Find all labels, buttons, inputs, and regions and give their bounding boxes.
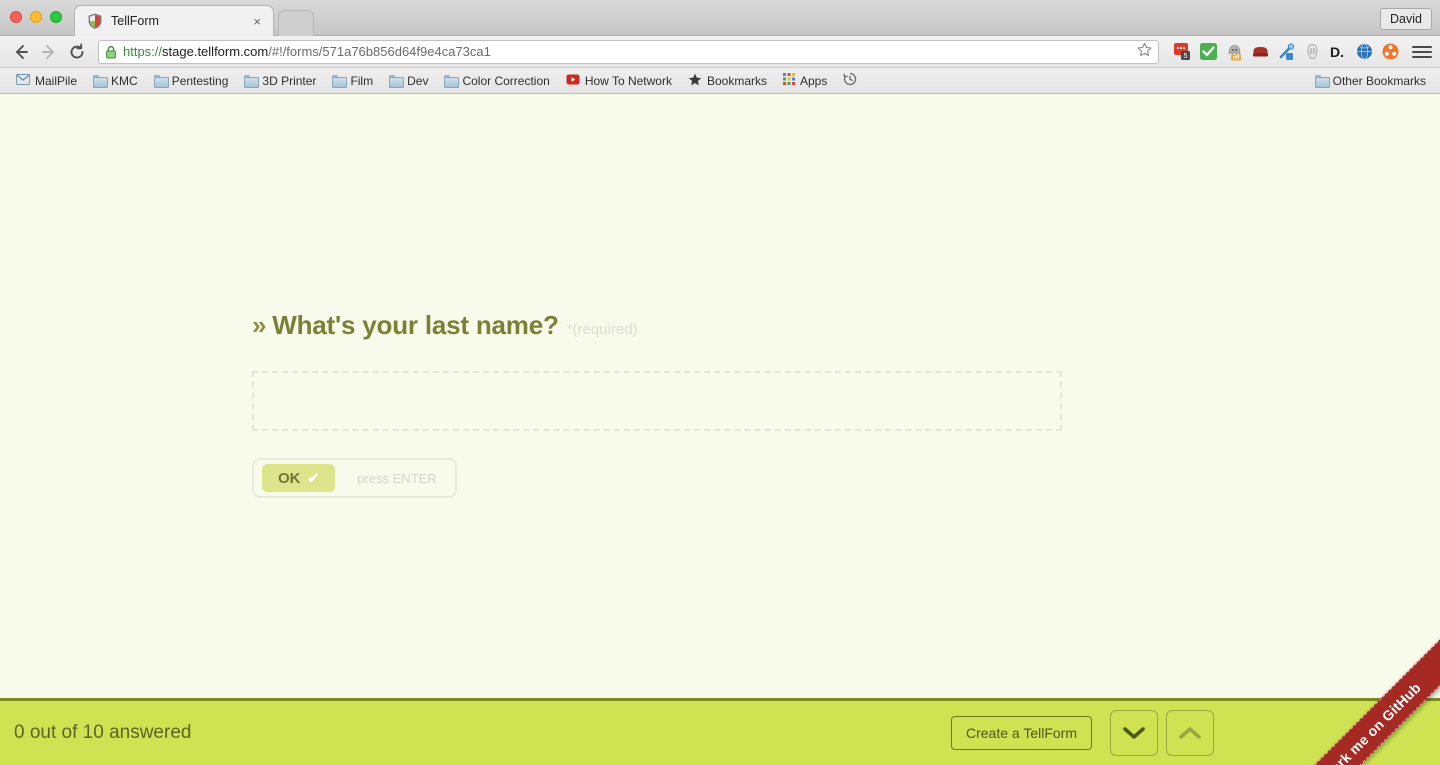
couch-extension-icon[interactable] [1251,42,1270,61]
previous-question-button[interactable] [1166,710,1214,756]
bookmark-how-to-network[interactable]: How To Network [558,71,680,91]
youtube-icon [566,74,580,88]
bookmark-label: Bookmarks [706,73,767,88]
apps-grid-icon [783,73,795,88]
url-scheme: https:// [123,44,163,59]
other-bookmarks-label: Other Bookmarks [1332,73,1426,88]
svg-text:D.: D. [1330,44,1344,60]
profile-button[interactable]: David [1380,8,1432,30]
form-question-area: » What's your last name? *(required) OK ✔ … [252,310,1062,498]
chevron-up-icon [1178,725,1202,741]
question-navigation [1110,710,1214,756]
forward-button-icon[interactable] [36,39,62,65]
answer-input[interactable] [252,371,1062,431]
question-chevron-icon: » [252,310,267,340]
bookmarks-bar: MailPile KMC Pentesting 3D Printer Film … [0,68,1440,94]
folder-icon [244,75,260,88]
history-clock-icon [843,72,857,89]
folder-icon [1314,75,1330,88]
new-tab-button[interactable] [278,10,314,36]
form-footer: 0 out of 10 answered Create a TellForm [0,698,1440,765]
bookmark-film[interactable]: Film [324,71,381,91]
svg-text:5: 5 [1184,53,1188,60]
question-text: What's your last name? [272,310,559,340]
checkmark-extension-icon[interactable] [1199,42,1218,61]
bookmark-label: 3D Printer [262,73,317,88]
close-window-button[interactable] [10,11,22,23]
maximize-window-button[interactable] [50,11,62,23]
envelope-icon [16,73,30,88]
bookmark-bookmarks[interactable]: Bookmarks [680,71,775,91]
bookmark-label: Dev [407,73,429,88]
checkmark-icon: ✔ [307,469,320,486]
star-icon [688,73,702,89]
tab-title: TellForm [111,14,159,28]
bookmark-mailpile[interactable]: MailPile [8,71,85,91]
bookmark-label: Film [350,73,374,88]
bookmark-label: Apps [800,73,828,88]
url-text: https://stage.tellform.com/#!/forms/571a… [123,44,1131,59]
ok-button[interactable]: OK ✔ [262,464,336,492]
bookmark-history[interactable] [835,71,865,91]
hamburger-menu-icon[interactable] [1412,42,1432,62]
folder-icon [153,75,169,88]
window-controls [10,11,62,23]
bookmark-label: Pentesting [171,73,229,88]
privacy-badger-extension-icon[interactable] [1303,42,1322,61]
submit-row: OK ✔ press ENTER [252,458,457,498]
eyedropper-extension-icon[interactable] [1277,42,1296,61]
tellform-page: » What's your last name? *(required) OK ✔ … [0,95,1440,765]
ghostery-off-extension-icon[interactable]: off [1225,42,1244,61]
tab-strip: TellForm × David [0,0,1440,36]
reload-button-icon[interactable] [64,39,90,65]
next-question-button[interactable] [1110,710,1158,756]
url-host: stage.tellform.com [162,44,269,59]
ok-button-label: OK [278,469,301,487]
bookmark-label: Color Correction [462,73,550,88]
browser-window: TellForm × David https://stage.tellform.… [0,0,1440,765]
other-bookmarks-folder[interactable]: Other Bookmarks [1307,71,1434,91]
bookmark-label: KMC [111,73,138,88]
bookmark-label: How To Network [584,73,672,88]
secure-lock-icon [105,45,117,59]
folder-icon [389,75,405,88]
extension-icons: 5 off D. [1167,42,1432,62]
bookmark-3d-printer[interactable]: 3D Printer [236,71,324,91]
folder-icon [444,75,460,88]
globe-extension-icon[interactable] [1355,42,1374,61]
create-tellform-button[interactable]: Create a TellForm [950,716,1092,750]
tab-close-icon[interactable]: × [249,15,265,28]
browser-tab-tellform[interactable]: TellForm × [74,5,274,36]
bookmark-apps[interactable]: Apps [775,71,835,91]
folder-icon [332,75,348,88]
bookmark-kmc[interactable]: KMC [85,71,146,91]
bookmark-dev[interactable]: Dev [381,71,436,91]
bookmark-pentesting[interactable]: Pentesting [146,71,237,91]
disconnect-extension-icon[interactable]: D. [1329,42,1348,61]
browser-toolbar: https://stage.tellform.com/#!/forms/571a… [0,36,1440,68]
url-path: /#!/forms/571a76b856d64f9e4ca73ca1 [268,44,491,59]
bookmark-star-icon[interactable] [1137,42,1152,62]
chevron-down-icon [1122,725,1146,741]
ubuntu-extension-icon[interactable] [1381,42,1400,61]
adblock-extension-icon[interactable]: 5 [1173,42,1192,61]
required-label: *(required) [566,321,638,338]
folder-icon [93,75,109,88]
question-heading: » What's your last name? *(required) [252,310,1062,341]
minimize-window-button[interactable] [30,11,42,23]
progress-status-text: 0 out of 10 answered [14,722,192,743]
bookmark-color-correction[interactable]: Color Correction [436,71,557,91]
press-enter-hint: press ENTER [357,470,437,486]
bookmark-label: MailPile [35,73,78,88]
tellform-shield-favicon [87,13,103,29]
back-button-icon[interactable] [8,39,34,65]
svg-text:off: off [1233,55,1240,61]
address-bar[interactable]: https://stage.tellform.com/#!/forms/571a… [98,39,1159,64]
